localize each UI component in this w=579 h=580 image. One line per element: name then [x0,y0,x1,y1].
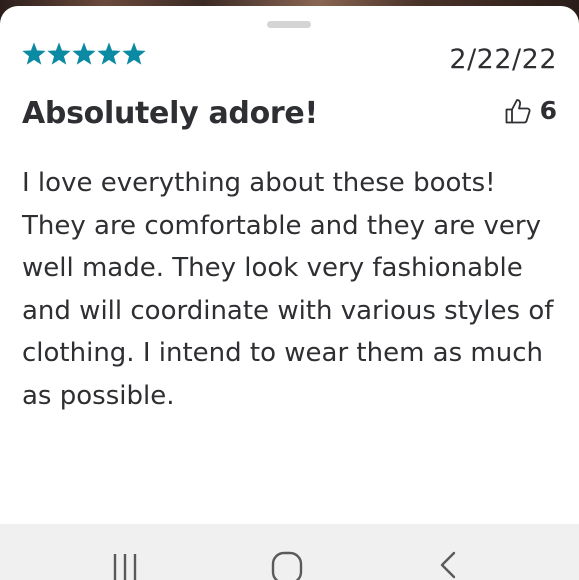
helpful-vote-button[interactable]: 6 [504,96,557,125]
review-body: I love everything about these boots! The… [22,168,554,411]
star-icon [72,42,96,65]
review-title: Absolutely adore! [22,96,318,131]
star-icon [47,42,71,65]
back-icon[interactable] [436,550,460,580]
star-icon [97,42,121,65]
thumbs-up-icon[interactable] [504,97,532,125]
star-icon [22,42,46,65]
drag-handle[interactable] [267,21,311,28]
review-date: 2/22/22 [449,44,557,75]
home-icon[interactable] [270,550,304,580]
recent-apps-icon[interactable] [110,550,140,580]
star-icon [122,42,146,65]
system-navigation-bar [0,524,579,580]
helpful-count: 6 [539,96,557,125]
rating-stars [22,42,146,72]
